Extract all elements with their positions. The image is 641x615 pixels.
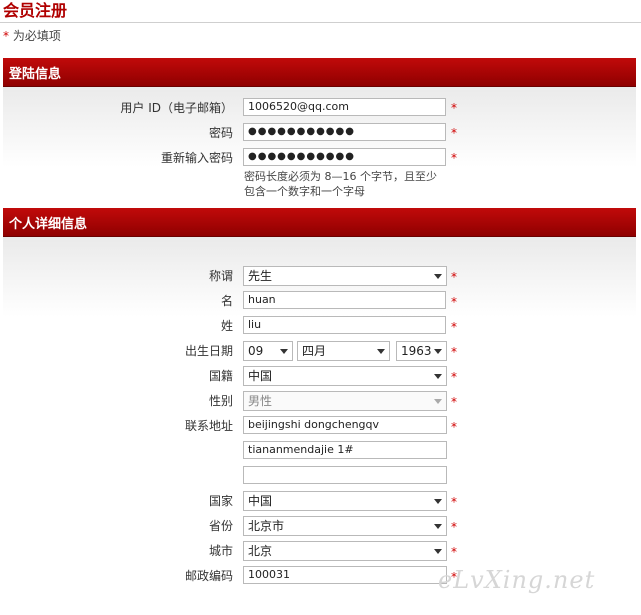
birth-month-select[interactable]: 四月	[297, 341, 390, 361]
required-note: * 为必填项	[3, 28, 61, 44]
watermark-logo: eLvXing.net	[438, 566, 596, 594]
chevron-down-icon	[434, 349, 442, 354]
nationality-label: 国籍	[208, 369, 233, 383]
city-select[interactable]: 北京	[243, 541, 447, 561]
salutation-required: *	[451, 270, 457, 284]
city-label: 城市	[208, 544, 233, 558]
salutation-select[interactable]: 先生	[243, 266, 447, 286]
birth-year-value: 1963	[401, 344, 432, 358]
postcode-label: 邮政编码	[184, 569, 233, 583]
nationality-select[interactable]: 中国	[243, 366, 447, 386]
country-value: 中国	[248, 494, 273, 508]
country-required: *	[451, 495, 457, 509]
password-required: *	[451, 126, 457, 140]
nationality-value: 中国	[248, 369, 273, 383]
country-select[interactable]: 中国	[243, 491, 447, 511]
gender-select[interactable]: 男性	[243, 391, 447, 411]
chevron-down-icon	[280, 349, 288, 354]
chevron-down-icon	[434, 549, 442, 554]
personal-section-title: 个人详细信息	[9, 217, 88, 232]
password-label: 密码	[208, 126, 233, 140]
last-name-input[interactable]: liu	[243, 316, 446, 334]
address-line3-input[interactable]	[243, 466, 447, 484]
province-select[interactable]: 北京市	[243, 516, 447, 536]
birth-day-select[interactable]: 09	[243, 341, 293, 361]
chevron-down-icon	[434, 524, 442, 529]
last-name-label: 姓	[220, 319, 233, 333]
birthdate-required: *	[451, 345, 457, 359]
city-required: *	[451, 545, 457, 559]
gender-label: 性别	[208, 394, 233, 408]
password-hint-line1: 密码长度必须为 8—16 个字节，且至少	[244, 170, 437, 183]
required-star: *	[3, 29, 9, 43]
nationality-required: *	[451, 370, 457, 384]
chevron-down-icon	[434, 499, 442, 504]
gender-required: *	[451, 395, 457, 409]
personal-section-header: 个人详细信息	[3, 208, 636, 237]
chevron-down-icon	[377, 349, 385, 354]
title-divider	[0, 22, 641, 23]
birth-year-select[interactable]: 1963	[396, 341, 447, 361]
login-section-header: 登陆信息	[3, 58, 636, 87]
confirm-password-label: 重新输入密码	[160, 151, 233, 165]
province-value: 北京市	[248, 519, 285, 533]
password-input[interactable]: ●●●●●●●●●●●	[243, 123, 446, 141]
postcode-input[interactable]: 100031	[243, 566, 447, 584]
salutation-value: 先生	[248, 269, 273, 283]
first-name-required: *	[451, 295, 457, 309]
birth-day-value: 09	[248, 344, 264, 358]
chevron-down-icon	[434, 374, 442, 379]
last-name-required: *	[451, 320, 457, 334]
first-name-label: 名	[220, 294, 233, 308]
birthdate-label: 出生日期	[184, 344, 233, 358]
login-section-title: 登陆信息	[9, 67, 62, 82]
province-label: 省份	[208, 519, 233, 533]
address-line2-input[interactable]: tiananmendajie 1#	[243, 441, 447, 459]
required-note-text: 为必填项	[12, 29, 61, 43]
password-hint-line2: 包含一个数字和一个字母	[244, 185, 365, 198]
province-required: *	[451, 520, 457, 534]
city-value: 北京	[248, 544, 273, 558]
address-label: 联系地址	[184, 419, 233, 433]
user-id-label: 用户 ID（电子邮箱）	[120, 101, 233, 115]
confirm-password-required: *	[451, 151, 457, 165]
first-name-input[interactable]: huan	[243, 291, 446, 309]
gender-value: 男性	[248, 394, 273, 408]
address-required: *	[451, 420, 457, 434]
confirm-password-input[interactable]: ●●●●●●●●●●●	[243, 148, 446, 166]
chevron-down-icon	[434, 274, 442, 279]
user-id-input[interactable]: 1006520@qq.com	[243, 98, 446, 116]
country-label: 国家	[208, 494, 233, 508]
user-id-required: *	[451, 101, 457, 115]
birth-month-value: 四月	[302, 344, 327, 358]
chevron-down-icon	[434, 399, 442, 404]
address-line1-input[interactable]: beijingshi dongchengqv	[243, 416, 447, 434]
salutation-label: 称谓	[208, 269, 233, 283]
page-title: 会员注册	[3, 1, 68, 20]
